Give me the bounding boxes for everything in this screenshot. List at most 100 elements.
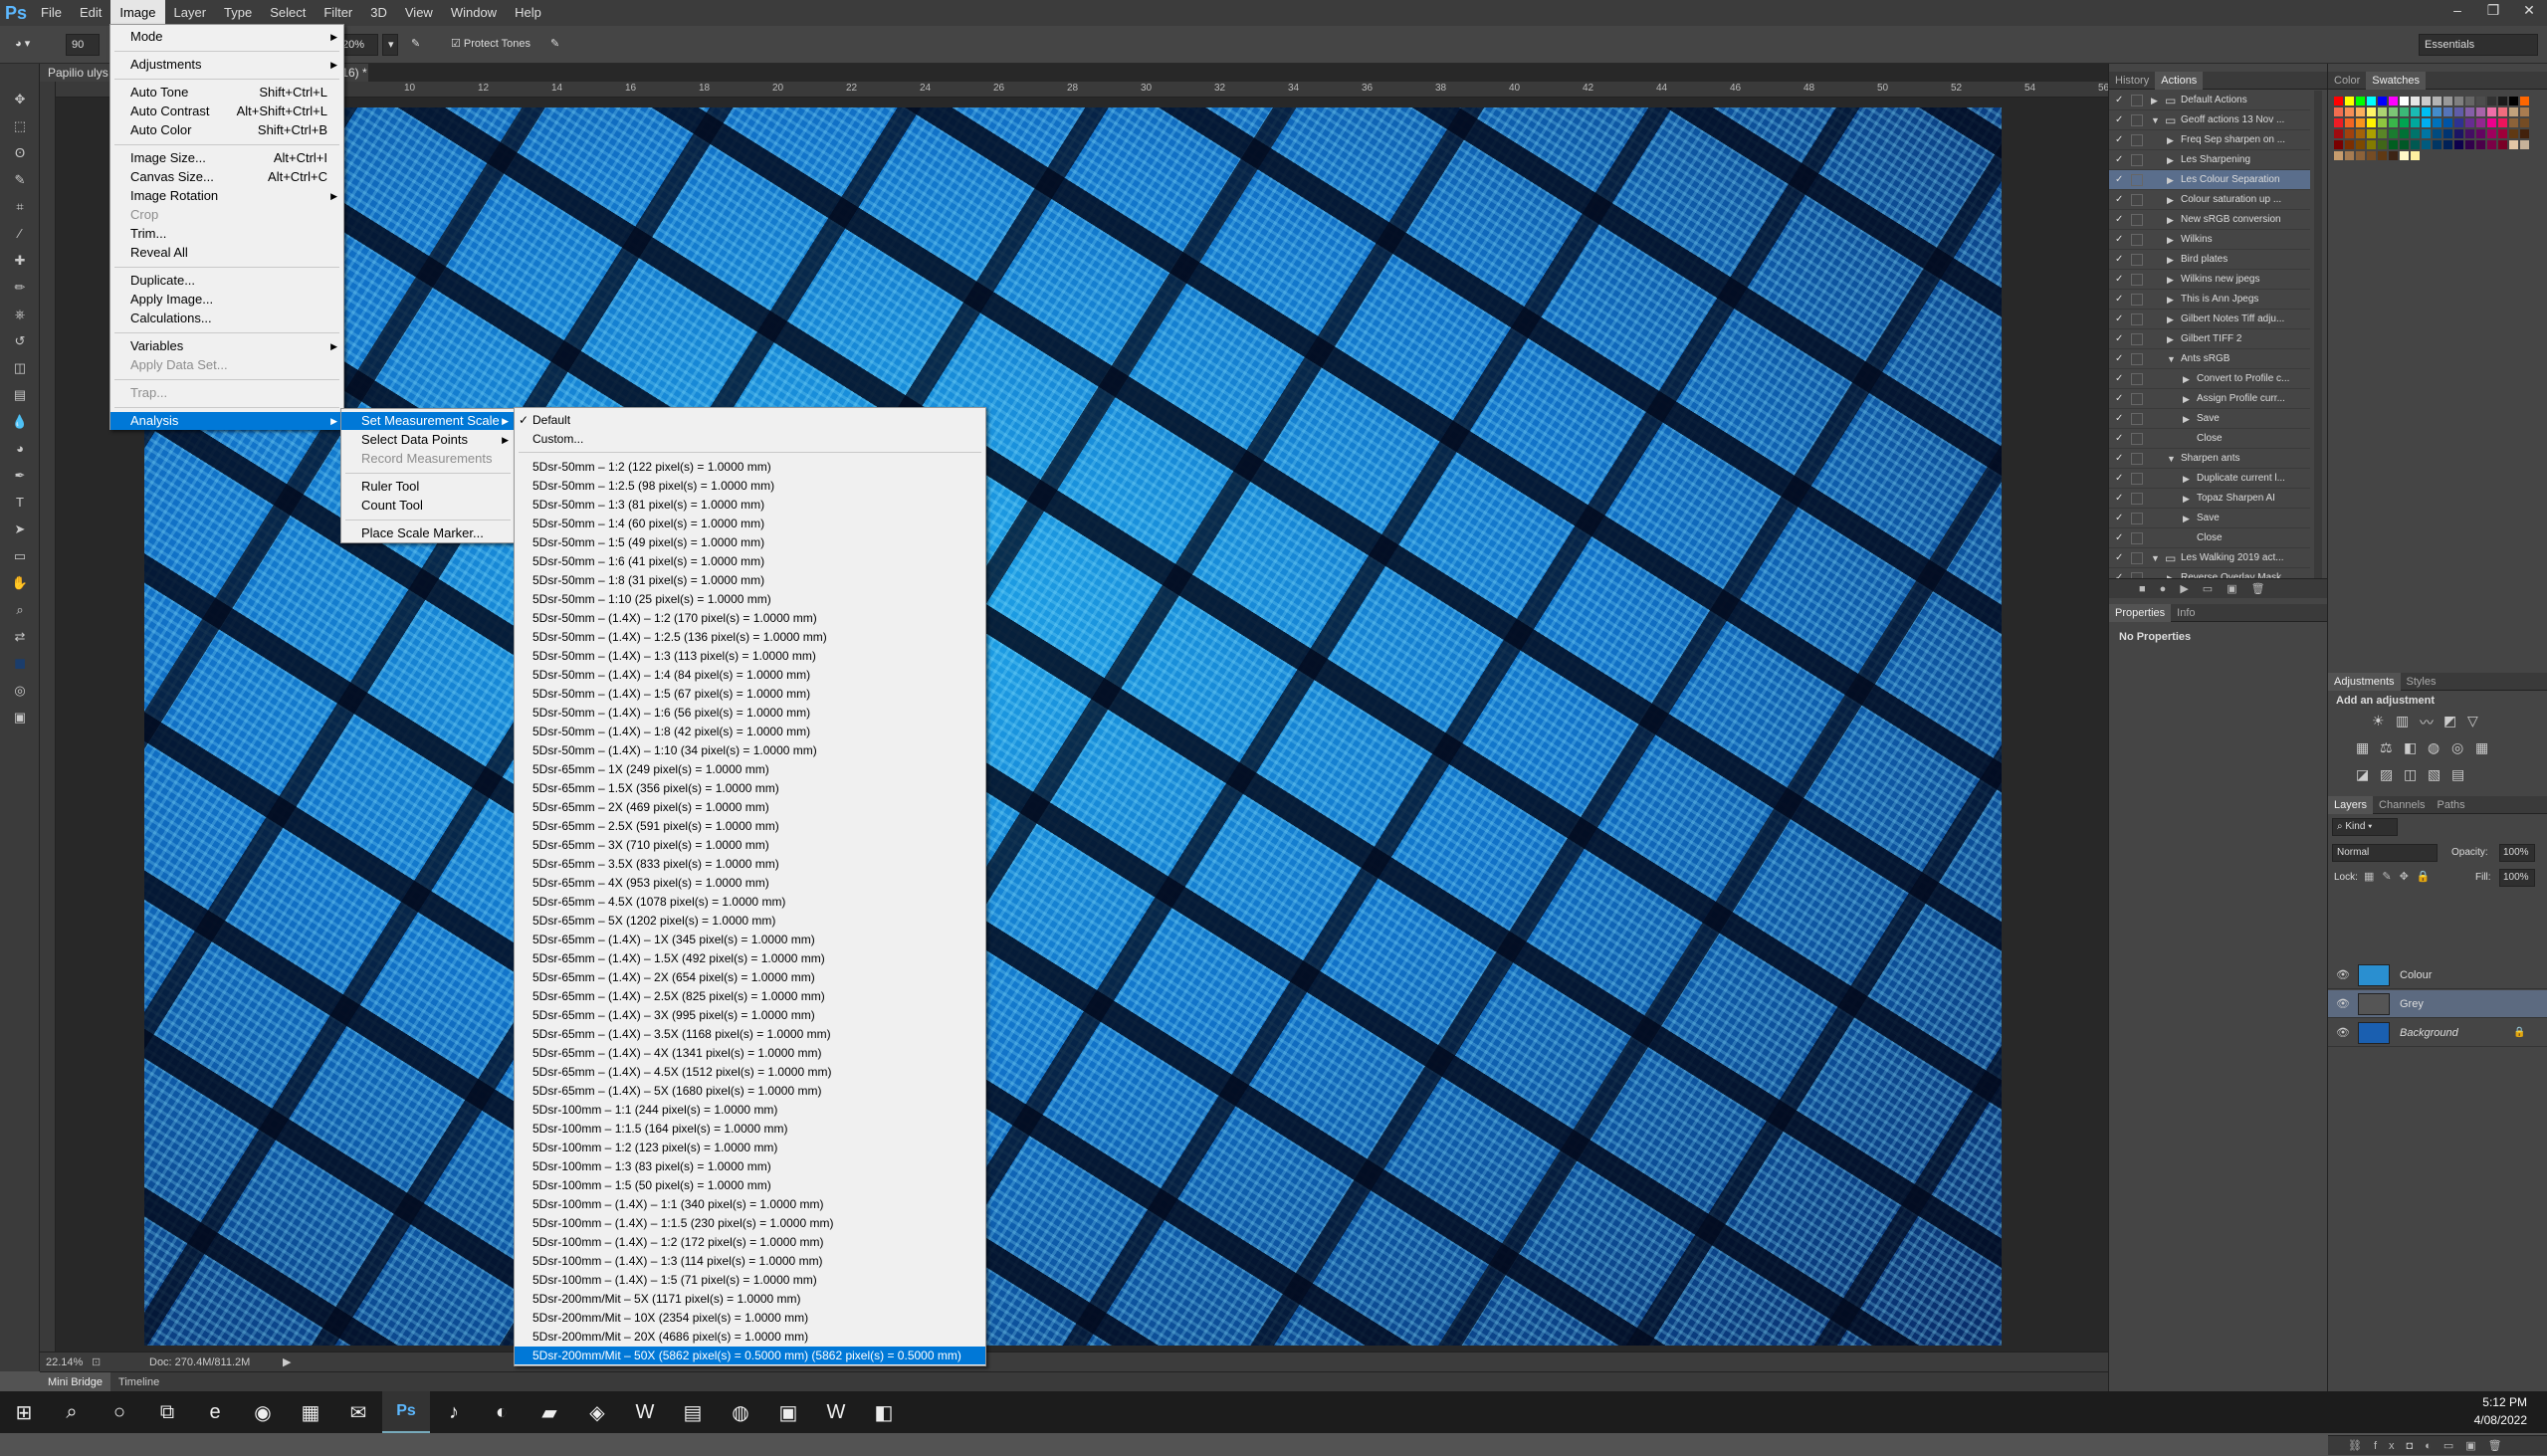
color-swatch[interactable] (2465, 118, 2474, 127)
scale-preset-item[interactable]: 5Dsr-65mm – (1.4X) – 1X (345 pixel(s) = … (515, 931, 985, 948)
dialog-toggle-icon[interactable] (2131, 114, 2143, 126)
triangle-down-icon[interactable]: ▼ (2151, 110, 2160, 129)
tab-swatches[interactable]: Swatches (2366, 72, 2426, 90)
new-set-icon[interactable]: ▭ (2203, 583, 2227, 595)
image-menu-analysis[interactable]: Analysis ▶ (110, 412, 343, 430)
image-menu-apply-image[interactable]: Apply Image... (110, 291, 343, 309)
fill-field[interactable]: 100% (2499, 869, 2535, 887)
hue-sat-icon[interactable]: ▦ (2356, 739, 2369, 756)
dialog-toggle-icon[interactable] (2131, 353, 2143, 365)
action-check-icon[interactable]: ✓ (2115, 389, 2123, 408)
color-swatch[interactable] (2345, 118, 2354, 127)
action-row[interactable]: ✓ ▼ ▭ Les Walking 2019 act... (2109, 548, 2310, 568)
scale-preset-item[interactable]: 5Dsr-50mm – (1.4X) – 1:6 (56 pixel(s) = … (515, 704, 985, 722)
scale-preset-item[interactable]: 5Dsr-100mm – (1.4X) – 1:5 (71 pixel(s) =… (515, 1271, 985, 1289)
color-swatch[interactable] (2378, 97, 2387, 105)
action-check-icon[interactable]: ✓ (2115, 270, 2123, 289)
action-row[interactable]: ✓ ▶ Les Colour Separation (2109, 170, 2310, 190)
image-menu-reveal-all[interactable]: Reveal All (110, 244, 343, 262)
start-icon[interactable]: ⊞ (0, 1391, 48, 1433)
selective-color-icon[interactable]: ▧ (2428, 766, 2441, 783)
crop-tool-icon[interactable]: ⌗ (8, 197, 32, 217)
action-check-icon[interactable]: ✓ (2115, 568, 2123, 578)
color-swatch[interactable] (2378, 118, 2387, 127)
scale-preset-item[interactable]: 5Dsr-65mm – 3X (710 pixel(s) = 1.0000 mm… (515, 836, 985, 854)
triangle-right-icon[interactable]: ▶ (2167, 130, 2174, 149)
action-row[interactable]: ✓ ▶ Save (2109, 409, 2310, 429)
minimize-button[interactable]: – (2440, 0, 2475, 22)
dialog-toggle-icon[interactable] (2131, 154, 2143, 166)
scale-preset-item[interactable]: 5Dsr-65mm – 4X (953 pixel(s) = 1.0000 mm… (515, 874, 985, 892)
scale-preset-item[interactable]: 5Dsr-100mm – 1:2 (123 pixel(s) = 1.0000 … (515, 1139, 985, 1156)
color-swatch[interactable] (2367, 107, 2376, 116)
calculator-icon[interactable]: ▣ (764, 1391, 812, 1433)
foreground-color-icon[interactable]: ■ (8, 654, 32, 674)
pressure-icon[interactable]: ✎ (545, 34, 565, 56)
scale-preset-item[interactable]: 5Dsr-50mm – 1:2.5 (98 pixel(s) = 1.0000 … (515, 477, 985, 495)
app4-icon[interactable]: ◍ (717, 1391, 764, 1433)
chrome-icon[interactable]: ◉ (239, 1391, 287, 1433)
gradient-map-icon[interactable]: ▤ (2451, 766, 2464, 783)
action-check-icon[interactable]: ✓ (2115, 469, 2123, 488)
triangle-right-icon[interactable]: ▶ (2167, 210, 2174, 229)
menu-window[interactable]: Window (442, 0, 506, 26)
color-swatch[interactable] (2454, 118, 2463, 127)
dialog-toggle-icon[interactable] (2131, 313, 2143, 325)
color-swatch[interactable] (2433, 118, 2441, 127)
posterize-icon[interactable]: ▨ (2380, 766, 2393, 783)
color-swatch[interactable] (2411, 140, 2420, 149)
zoom-tool-icon[interactable]: ⌕ (8, 600, 32, 620)
scale-preset-item[interactable]: 5Dsr-100mm – 1:5 (50 pixel(s) = 1.0000 m… (515, 1176, 985, 1194)
image-menu-trim[interactable]: Trim... (110, 225, 343, 243)
color-swatch[interactable] (2422, 97, 2431, 105)
scale-preset-item[interactable]: 5Dsr-65mm – (1.4X) – 2.5X (825 pixel(s) … (515, 987, 985, 1005)
action-row[interactable]: ✓ ▶ Freq Sep sharpen on ... (2109, 130, 2310, 150)
adjustment-layer-icon[interactable]: ◐ (2425, 1440, 2443, 1452)
triangle-right-icon[interactable]: ▶ (2167, 329, 2174, 348)
color-swatch[interactable] (2400, 97, 2409, 105)
color-swatch[interactable] (2487, 140, 2496, 149)
action-check-icon[interactable]: ✓ (2115, 230, 2123, 249)
tab-mini-bridge[interactable]: Mini Bridge (40, 1372, 111, 1392)
color-swatch[interactable] (2367, 140, 2376, 149)
healing-brush-icon[interactable]: ✚ (8, 251, 32, 271)
color-swatch[interactable] (2443, 140, 2452, 149)
group-icon[interactable]: ▭ (2443, 1440, 2465, 1452)
exposure-dropdown[interactable]: ▾ (382, 34, 398, 56)
color-swatch[interactable] (2389, 140, 2398, 149)
scale-custom[interactable]: Custom... (515, 430, 985, 448)
action-check-icon[interactable]: ✓ (2115, 509, 2123, 527)
analysis-menu-ruler-tool[interactable]: Ruler Tool (341, 478, 515, 496)
color-swatch[interactable] (2400, 140, 2409, 149)
scale-preset-item[interactable]: 5Dsr-65mm – 2X (469 pixel(s) = 1.0000 mm… (515, 798, 985, 816)
color-swatch[interactable] (2411, 107, 2420, 116)
store-icon[interactable]: ▦ (287, 1391, 334, 1433)
zoom-level[interactable]: 22.14% (46, 1352, 83, 1372)
menu-edit[interactable]: Edit (71, 0, 110, 26)
play-icon[interactable]: ▶ (2180, 583, 2202, 595)
color-swatch[interactable] (2433, 129, 2441, 138)
color-swatch[interactable] (2443, 97, 2452, 105)
exposure-icon[interactable]: ◩ (2443, 713, 2456, 729)
color-swatch[interactable] (2487, 129, 2496, 138)
analysis-menu-count-tool[interactable]: Count Tool (341, 497, 515, 515)
color-swatch[interactable] (2509, 118, 2518, 127)
scale-preset-item[interactable]: 5Dsr-65mm – (1.4X) – 3.5X (1168 pixel(s)… (515, 1025, 985, 1043)
color-swatch[interactable] (2334, 118, 2343, 127)
dialog-toggle-icon[interactable] (2131, 493, 2143, 505)
menu-view[interactable]: View (396, 0, 442, 26)
scale-preset-item[interactable]: 5Dsr-50mm – (1.4X) – 1:8 (42 pixel(s) = … (515, 723, 985, 740)
action-row[interactable]: ✓ ▶ Colour saturation up ... (2109, 190, 2310, 210)
color-swatch[interactable] (2465, 140, 2474, 149)
action-row[interactable]: ✓ ▶ Reverse Overlay Mask (2109, 568, 2310, 578)
move-tool-icon[interactable]: ✥ (8, 90, 32, 109)
dialog-toggle-icon[interactable] (2131, 552, 2143, 564)
triangle-down-icon[interactable]: ▼ (2167, 349, 2176, 368)
tab-info[interactable]: Info (2171, 604, 2201, 622)
color-swatch[interactable] (2509, 140, 2518, 149)
dialog-toggle-icon[interactable] (2131, 373, 2143, 385)
new-action-icon[interactable]: ▣ (2227, 583, 2250, 595)
bw-icon[interactable]: ◧ (2404, 739, 2417, 756)
color-swatch[interactable] (2433, 140, 2441, 149)
scale-preset-item[interactable]: 5Dsr-200mm/Mit – 50X (5862 pixel(s) = 0.… (515, 1347, 985, 1364)
